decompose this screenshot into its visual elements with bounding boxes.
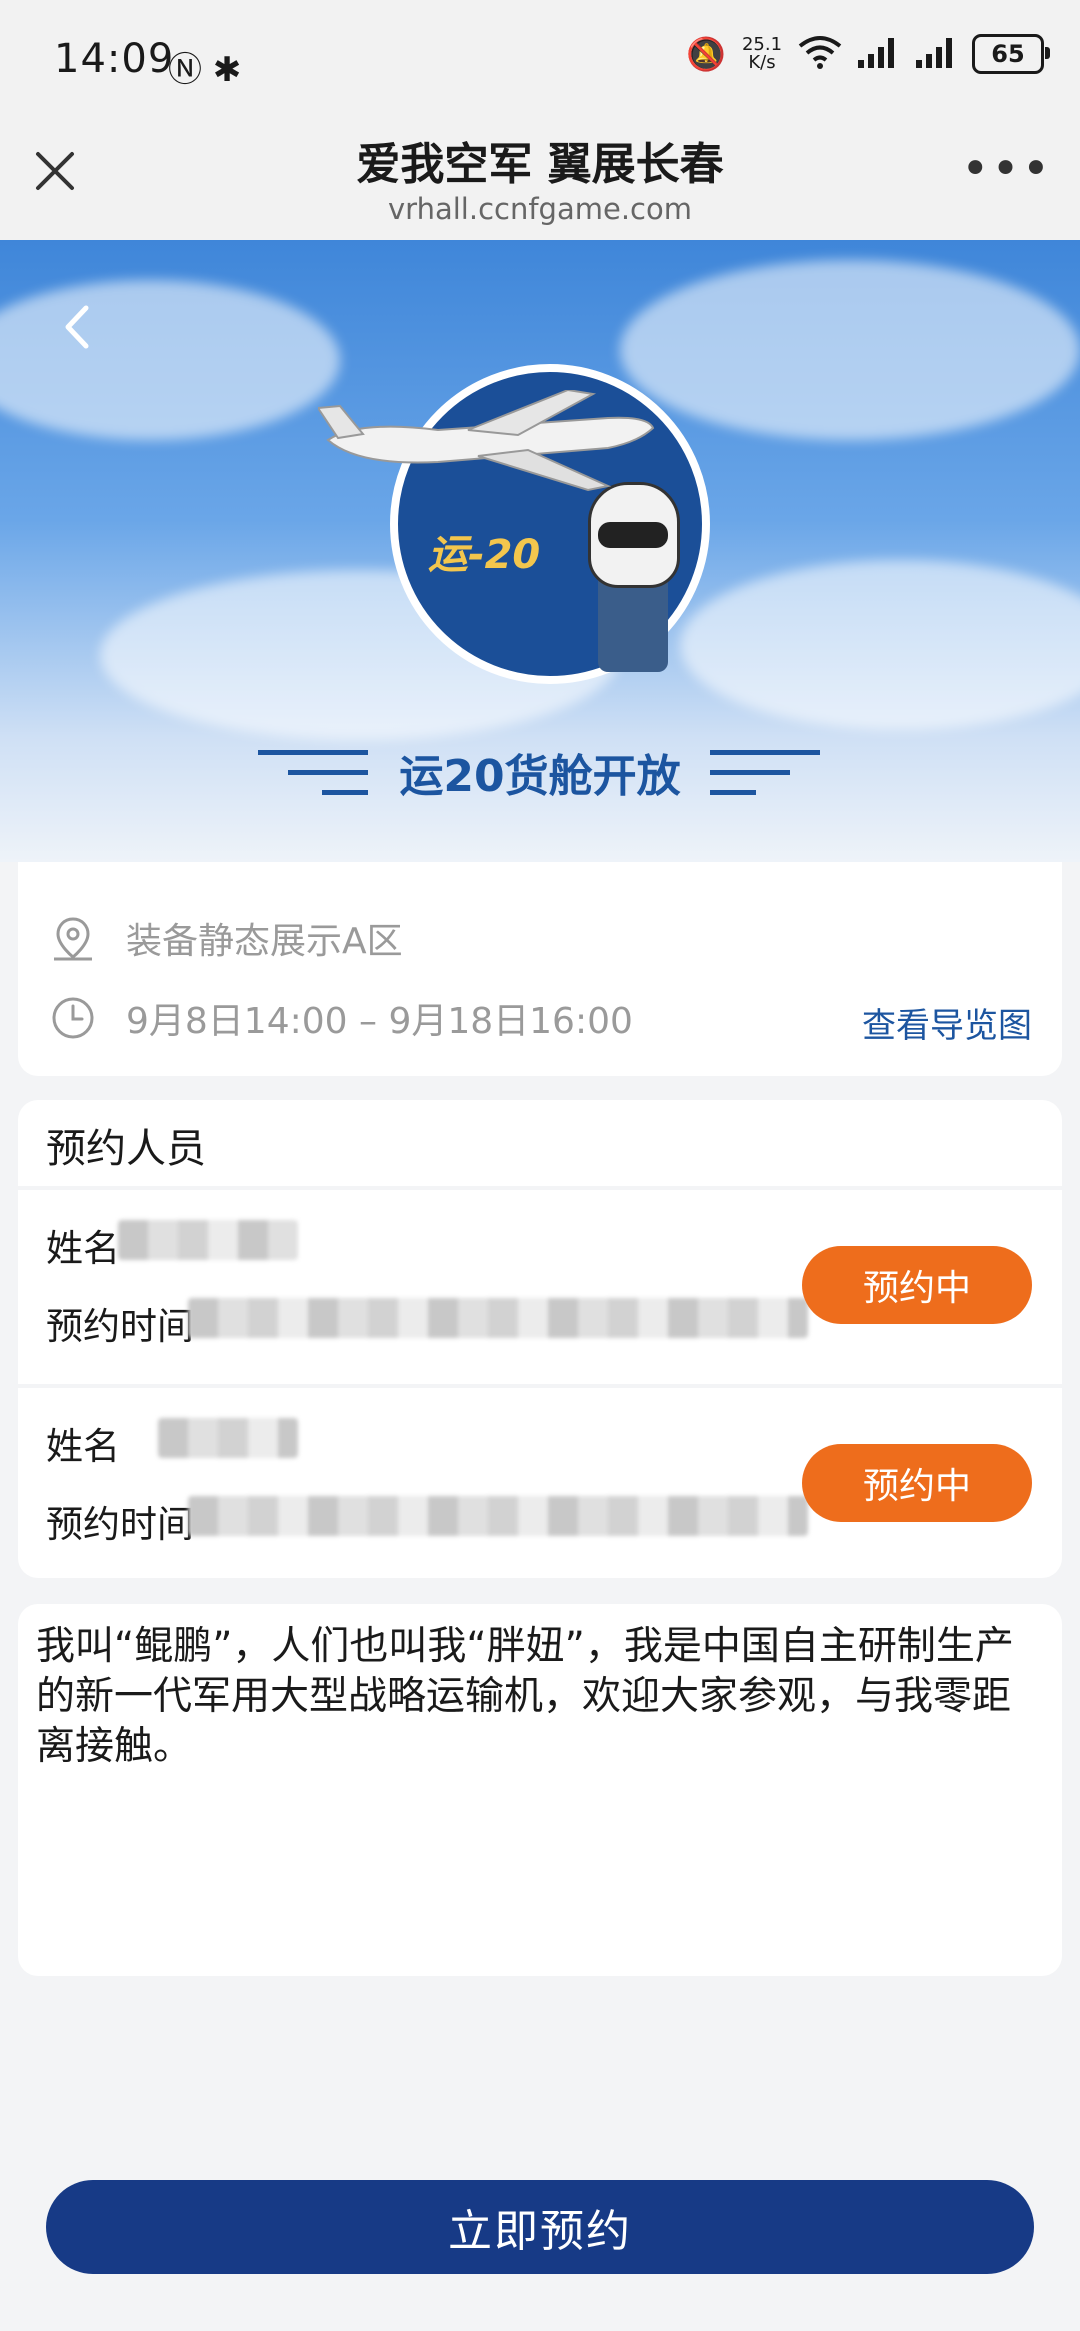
divider [18,1384,1062,1388]
wifi-icon [798,34,842,74]
name-label: 姓名 [46,1425,120,1468]
badge-text: 运-20 [428,532,541,578]
redacted-time [188,1298,808,1338]
speed-unit: K/s [748,52,776,73]
location-text: 装备静态展示A区 [126,921,403,962]
page-title: 爱我空军 翼展长春 [356,139,724,190]
speed-lines-right [710,750,820,795]
clock-icon [52,997,94,1039]
bluetooth-icon: ✱ [212,50,242,90]
hero-title: 运20货舱开放 [399,751,681,802]
booking-header: 预约人员 [46,1126,206,1172]
booking-status-button[interactable]: 预约中 [802,1246,1032,1324]
time-range-text: 9月8日14:00 – 9月18日16:00 [126,1001,633,1042]
name-label: 姓名 [46,1227,120,1270]
redacted-time [188,1496,808,1536]
mute-icon: 🔕 [686,35,726,73]
view-guide-map-link[interactable]: 查看导览图 [862,998,1032,1047]
event-info-card: 装备静态展示A区 9月8日14:00 – 9月18日16:00 查看导览图 [18,862,1062,1076]
cloud-decoration [0,280,340,440]
book-now-button[interactable]: 立即预约 [46,2180,1034,2274]
booking-time-label: 预约时间 [46,1503,194,1546]
cloud-decoration [620,260,1080,440]
cloud-decoration [680,560,1080,730]
booking-status-button[interactable]: 预约中 [802,1444,1032,1522]
pilot-visor [598,522,668,548]
description-text: 我叫“鲲鹏”，人们也叫我“胖妞”，我是中国自主研制生产的新一代军用大型战略运输机… [36,1624,1014,1769]
booking-persons-card: 预约人员 姓名 预约时间 预约中 姓名 预约时间 预约中 [18,1100,1062,1578]
booking-time-label: 预约时间 [46,1305,194,1348]
network-speed: 25.1 K/s [740,36,784,72]
status-time: 14:09 [54,36,175,82]
page-url: vrhall.ccnfgame.com [388,192,692,226]
signal-icon-1 [856,34,900,74]
signal-icon-2 [914,34,958,74]
hero-banner: 运-20 运20货舱开放 [0,240,1080,862]
status-bar: 14:09 Ⓝ ✱ 🔕 25.1 K/s 65 [0,0,1080,120]
plane-icon [318,390,655,492]
time-row: 9月8日14:00 – 9月18日16:00 [48,992,633,1044]
location-row: 装备静态展示A区 [48,912,403,964]
status-right: 🔕 25.1 K/s 65 [686,34,1050,74]
divider [18,1186,1062,1190]
redacted-name [118,1220,298,1260]
location-pin-icon [54,917,92,961]
back-chevron-icon[interactable] [56,302,96,352]
redacted-name [158,1418,298,1458]
nfc-icon: Ⓝ [168,50,202,90]
battery-icon: 65 [972,34,1050,74]
description-card: 我叫“鲲鹏”，人们也叫我“胖妞”，我是中国自主研制生产的新一代军用大型战略运输机… [18,1604,1062,1976]
more-menu-icon[interactable]: ••• [961,145,1052,193]
browser-title-bar: 爱我空军 翼展长春 vrhall.ccnfgame.com ••• [0,120,1080,240]
nfc-bluetooth-icons: Ⓝ ✱ [168,42,241,91]
